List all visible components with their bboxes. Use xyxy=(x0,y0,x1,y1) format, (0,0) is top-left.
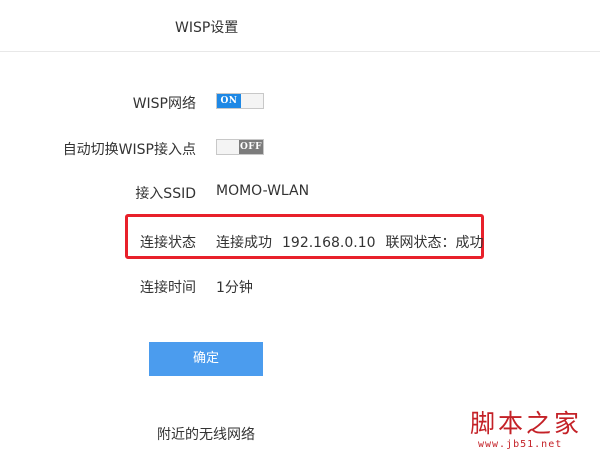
toggle-off-indicator: OFF xyxy=(239,140,263,154)
internet-status: 联网状态：成功 xyxy=(385,235,484,251)
toggle-track xyxy=(241,94,263,108)
connection-status-label: 连接状态 xyxy=(140,235,196,251)
watermark-url: www.jb51.net xyxy=(478,439,563,450)
auto-switch-label: 自动切换WISP接入点 xyxy=(62,142,196,158)
site-watermark: 脚本之家 www.jb51.net xyxy=(470,404,596,454)
connection-time-label: 连接时间 xyxy=(140,280,196,296)
ssid-value: MOMO-WLAN xyxy=(216,183,310,199)
wisp-network-toggle[interactable]: ON xyxy=(216,93,264,109)
wisp-network-label: WISP网络 xyxy=(132,96,196,112)
toggle-track xyxy=(217,140,239,154)
connection-status-value: 连接成功 192.168.0.10 联网状态：成功 xyxy=(216,232,484,252)
page-header: WISP设置 xyxy=(0,0,600,52)
auto-switch-toggle[interactable]: OFF xyxy=(216,139,264,155)
nearby-networks-title: 附近的无线网络 xyxy=(157,427,255,443)
confirm-button[interactable]: 确定 xyxy=(149,342,263,376)
connection-status-text: 连接成功 xyxy=(216,235,272,251)
page-title: WISP设置 xyxy=(175,20,239,36)
ip-address: 192.168.0.10 xyxy=(282,235,376,251)
toggle-on-indicator: ON xyxy=(217,94,241,108)
connection-time-value: 1分钟 xyxy=(216,280,253,296)
ssid-label: 接入SSID xyxy=(135,186,196,202)
watermark-text: 脚本之家 xyxy=(470,409,583,438)
